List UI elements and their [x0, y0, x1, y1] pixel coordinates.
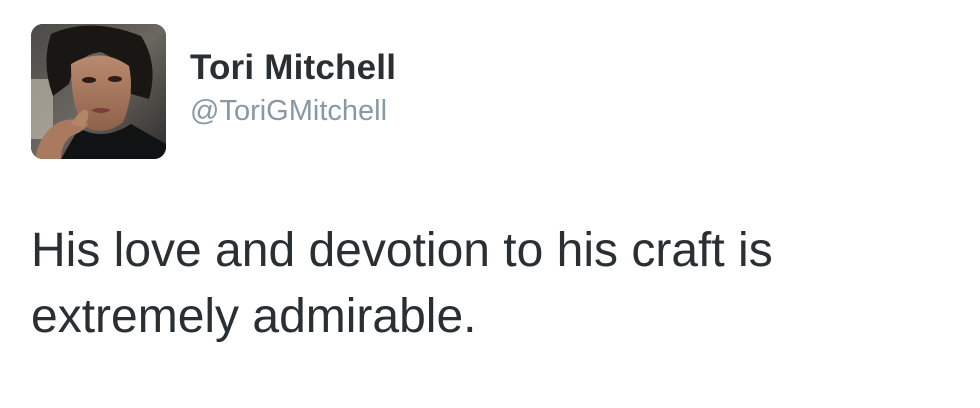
tweet-card: Tori Mitchell @ToriGMitchell His love an…: [0, 0, 980, 408]
tweet-text: His love and devotion to his craft is ex…: [31, 224, 773, 343]
author-handle[interactable]: @ToriGMitchell: [190, 95, 387, 128]
profile-photo-icon: [31, 24, 166, 159]
author-display-name[interactable]: Tori Mitchell: [190, 48, 396, 88]
avatar[interactable]: [31, 24, 166, 159]
